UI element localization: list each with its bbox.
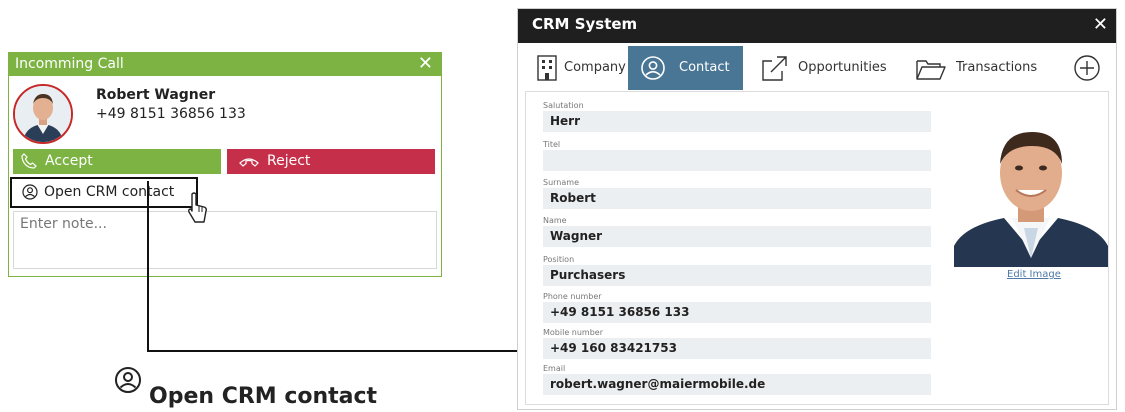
tab-transactions[interactable]: Transactions: [914, 46, 1044, 90]
crm-window: CRM System ✕ Company Contact Opportuniti…: [517, 8, 1117, 410]
contact-photo: [954, 118, 1108, 267]
building-icon: [537, 55, 557, 81]
tab-transactions-label: Transactions: [956, 60, 1038, 75]
external-link-icon: [762, 56, 787, 81]
tab-company[interactable]: Company: [524, 46, 628, 90]
field-label-name: Name: [543, 216, 567, 225]
field-label-mobile-number: Mobile number: [543, 328, 604, 337]
field-position[interactable]: Purchasers: [543, 265, 931, 286]
field-salutation[interactable]: Herr: [543, 111, 931, 132]
field-label-salutation: Salutation: [543, 101, 584, 110]
tab-company-label: Company: [564, 60, 626, 75]
callout-label: Open CRM contact: [149, 384, 378, 409]
contact-icon: [641, 56, 665, 80]
field-titel[interactable]: [543, 150, 931, 171]
field-phone-number[interactable]: +49 8151 36856 133: [543, 302, 931, 323]
field-label-email: Email: [543, 364, 566, 373]
field-surname[interactable]: Robert: [543, 188, 931, 209]
field-label-titel: Titel: [543, 140, 561, 149]
tab-opportunities-label: Opportunities: [798, 60, 887, 75]
field-name[interactable]: Wagner: [543, 226, 931, 247]
tab-opportunities[interactable]: Opportunities: [756, 46, 896, 90]
crm-title-bar: CRM System ✕: [518, 9, 1116, 43]
plus-circle-icon[interactable]: [1073, 54, 1101, 82]
field-mobile-number[interactable]: +49 160 83421753: [543, 338, 931, 359]
field-label-position: Position: [543, 255, 575, 264]
tab-contact-label: Contact: [679, 60, 730, 75]
field-label-surname: Surname: [543, 178, 579, 187]
folder-icon: [916, 60, 946, 80]
crm-title: CRM System: [532, 15, 638, 33]
tab-contact[interactable]: Contact: [628, 46, 743, 90]
field-label-phone-number: Phone number: [543, 292, 602, 301]
edit-image-link[interactable]: Edit Image: [1007, 269, 1061, 280]
close-icon[interactable]: ✕: [1093, 14, 1108, 35]
field-email[interactable]: robert.wagner@maiermobile.de: [543, 374, 931, 395]
contact-icon: [115, 367, 141, 393]
